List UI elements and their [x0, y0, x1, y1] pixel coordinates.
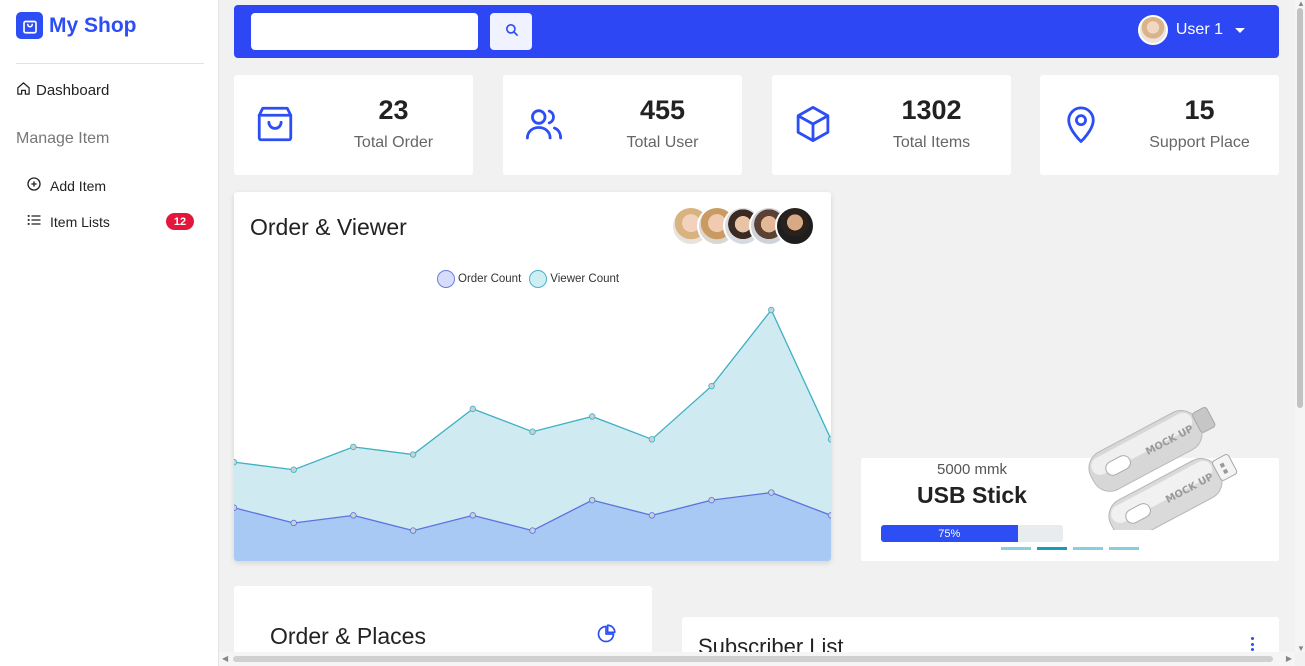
scroll-up-icon[interactable]: ▲	[1297, 0, 1305, 8]
data-point	[234, 504, 238, 511]
carousel-dot[interactable]	[1001, 547, 1031, 550]
sidebar-item-label: Add Item	[50, 177, 107, 194]
data-point	[589, 413, 596, 420]
topbar: User 1	[234, 5, 1279, 58]
sidebar: My Shop Dashboard Manage Item Add Item I…	[0, 0, 219, 666]
plus-circle-icon	[26, 176, 42, 195]
sidebar-item-label: Dashboard	[36, 82, 110, 99]
data-point	[768, 489, 775, 496]
avatar	[775, 206, 815, 246]
data-point	[768, 306, 775, 314]
data-point	[469, 512, 476, 519]
data-point	[708, 382, 715, 390]
users-icon	[523, 103, 565, 145]
stat-value: 23	[378, 95, 409, 125]
shopping-bag-icon	[254, 103, 296, 145]
stat-label: Support Place	[1149, 134, 1250, 151]
carousel-indicators	[1001, 547, 1139, 550]
data-point	[648, 436, 656, 443]
order-viewer-card: Order & Viewer Order Count Viewer Count	[234, 192, 831, 561]
avatar	[1137, 15, 1168, 45]
stat-label: Total User	[626, 134, 699, 151]
horizontal-scrollbar[interactable]: ◀ ▶	[219, 652, 1295, 666]
data-point	[469, 405, 476, 413]
carousel-dot[interactable]	[1073, 547, 1103, 550]
stat-label: Total Order	[353, 134, 434, 151]
legend-label: Order Count	[458, 273, 522, 285]
data-point	[827, 512, 831, 519]
data-point	[290, 466, 297, 473]
scrollbar-thumb[interactable]	[1297, 8, 1303, 408]
brand[interactable]: My Shop	[16, 12, 137, 39]
chart-legend: Order Count Viewer Count	[437, 270, 619, 288]
search-icon	[504, 22, 519, 42]
stat-value: 15	[1184, 95, 1215, 125]
sidebar-item-add-item[interactable]: Add Item	[26, 176, 106, 195]
user-name: User 1	[1175, 21, 1223, 38]
legend-item-order-count[interactable]: Order Count	[437, 270, 521, 288]
vertical-scrollbar[interactable]: ▲ ▼	[1295, 0, 1305, 653]
sidebar-divider	[16, 63, 204, 64]
stat-card-total-items: 1302 Total Items	[772, 75, 1011, 175]
data-point	[409, 527, 417, 534]
stat-card-total-user: 455 Total User	[503, 75, 742, 175]
legend-item-viewer-count[interactable]: Viewer Count	[529, 270, 619, 288]
progress-fill: 75%	[881, 525, 1018, 542]
app-title: My Shop	[49, 13, 137, 37]
stat-card-total-order: 23 Total Order	[234, 75, 473, 175]
data-point	[589, 496, 596, 504]
search-input[interactable]	[251, 13, 478, 50]
viewer-avatars	[671, 206, 815, 246]
map-pin-icon	[1060, 103, 1102, 145]
data-point	[529, 527, 536, 534]
data-point	[708, 496, 715, 504]
list-icon	[26, 212, 42, 231]
pie-chart-icon[interactable]	[596, 624, 616, 644]
caret-down-icon	[1235, 27, 1245, 33]
legend-label: Viewer Count	[550, 273, 620, 285]
shopping-bag-icon	[16, 12, 43, 39]
search-button[interactable]	[490, 13, 532, 50]
usb-stick-image: MOCK UP MOCK UP	[1088, 406, 1238, 530]
more-options-icon[interactable]	[1251, 637, 1255, 651]
data-point	[350, 443, 357, 451]
product-name: USB Stick	[917, 482, 1027, 508]
chart-title: Order & Viewer	[250, 214, 407, 240]
data-point	[409, 451, 417, 458]
data-point	[827, 436, 831, 443]
scroll-left-icon[interactable]: ◀	[222, 654, 228, 663]
home-icon	[16, 81, 31, 100]
scrollbar-thumb[interactable]	[233, 656, 1273, 662]
carousel-dot[interactable]	[1109, 547, 1139, 550]
sidebar-section-title: Manage Item	[16, 130, 110, 147]
stat-label: Total Items	[892, 134, 971, 151]
user-menu[interactable]: User 1	[1137, 15, 1245, 45]
product-price: 5000 mmk	[936, 461, 1008, 478]
sidebar-item-item-lists[interactable]: Item Lists	[26, 212, 110, 231]
carousel-dot[interactable]	[1037, 547, 1067, 550]
order-viewer-chart	[234, 306, 831, 561]
scroll-down-icon[interactable]: ▼	[1297, 644, 1305, 653]
scroll-right-icon[interactable]: ▶	[1286, 654, 1292, 663]
progress-bar: 75%	[881, 525, 1063, 542]
stat-value: 455	[639, 95, 686, 125]
data-point	[529, 428, 536, 435]
data-point	[350, 512, 357, 519]
sidebar-item-dashboard[interactable]: Dashboard	[16, 81, 109, 100]
data-point	[234, 458, 238, 466]
box-icon	[792, 103, 834, 145]
stat-card-support-place: 15 Support Place	[1040, 75, 1279, 175]
item-count-badge: 12	[166, 213, 194, 230]
data-point	[648, 512, 656, 519]
legend-swatch	[529, 270, 548, 288]
stat-value: 1302	[901, 95, 962, 125]
sidebar-item-label: Item Lists	[50, 213, 110, 230]
card-title: Order & Places	[270, 623, 426, 649]
data-point	[290, 519, 297, 527]
legend-swatch	[437, 270, 455, 288]
